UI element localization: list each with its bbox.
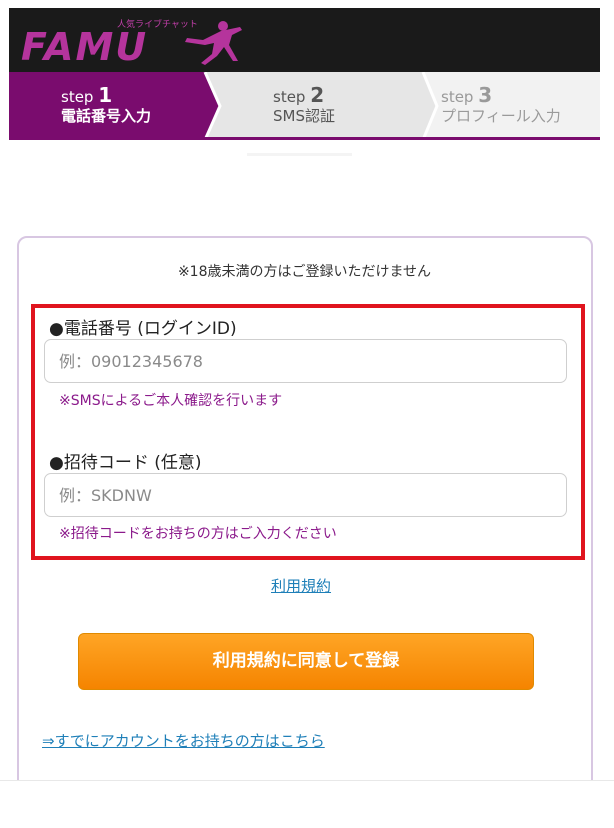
step-2-prefix: step	[273, 88, 306, 106]
step-3-number: 3	[478, 83, 493, 107]
step-1-prefix: step	[61, 88, 94, 106]
step-progress-bar: step 1 電話番号入力 step 2 SMS認証 step 3 プロフィール…	[9, 72, 600, 140]
logo-wordmark: FAMU	[21, 25, 148, 68]
site-header: 人気ライブチャット FAMU	[9, 8, 600, 72]
step-2: step 2 SMS認証	[273, 72, 335, 140]
age-notice: ※18歳未満の方はご登録いただけません	[177, 264, 432, 280]
invite-code-hint: ※招待コードをお持ちの方はご入力ください	[59, 526, 337, 542]
invite-code-input[interactable]	[44, 473, 567, 517]
step-1-label: 電話番号入力	[61, 107, 152, 125]
logo-graphic: 人気ライブチャット FAMU	[21, 18, 242, 69]
app-frame: 人気ライブチャット FAMU step 1 電話番号入力 step 2 SMS認…	[9, 8, 600, 780]
step-2-label: SMS認証	[273, 107, 335, 125]
phone-input[interactable]	[44, 339, 567, 383]
bottom-divider	[0, 780, 614, 781]
step-3: step 3 プロフィール入力	[441, 72, 561, 140]
step-2-number: 2	[310, 83, 325, 107]
step-3-prefix: step	[441, 88, 474, 106]
phone-label: ●電話番号 (ログインID)	[49, 319, 237, 339]
terms-link[interactable]: 利用規約	[271, 575, 331, 596]
step-1-number: 1	[98, 83, 113, 107]
divider	[247, 153, 352, 156]
existing-account-link[interactable]: ⇒すでにアカウントをお持ちの方はこちら	[42, 730, 325, 751]
phone-hint: ※SMSによるご本人確認を行います	[59, 393, 283, 409]
invite-code-label: ●招待コード (任意)	[49, 453, 202, 473]
famu-logo[interactable]: 人気ライブチャット FAMU	[17, 16, 249, 69]
step-1: step 1 電話番号入力	[61, 72, 151, 140]
step-3-label: プロフィール入力	[441, 107, 561, 125]
agree-and-register-button[interactable]: 利用規約に同意して登録	[78, 633, 534, 690]
